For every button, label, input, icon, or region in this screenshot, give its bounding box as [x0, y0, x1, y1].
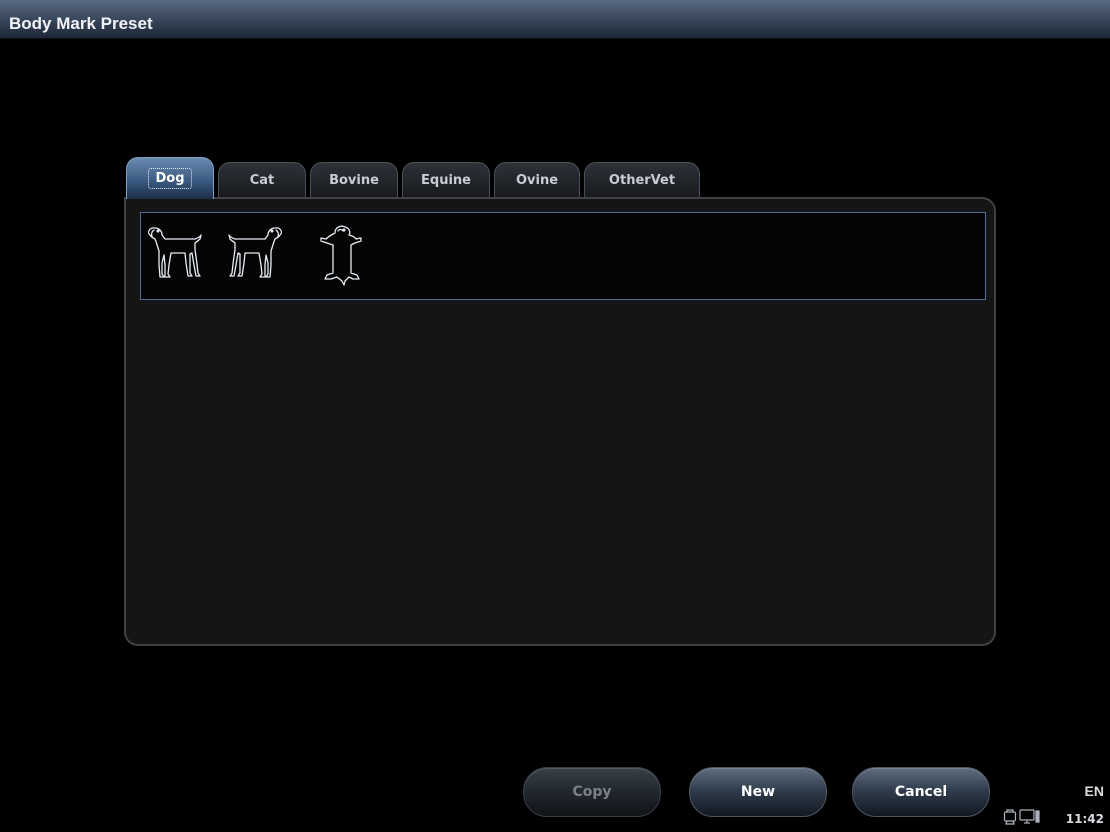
- dog-standing-left-icon[interactable]: [143, 223, 203, 293]
- printer-icon[interactable]: [1003, 809, 1017, 830]
- dog-standing-right-icon[interactable]: [227, 223, 287, 293]
- tab-othervet[interactable]: OtherVet: [584, 162, 700, 197]
- new-button[interactable]: New: [689, 767, 827, 817]
- tab-bovine[interactable]: Bovine: [310, 162, 398, 197]
- dog-supine-icon[interactable]: [311, 223, 371, 293]
- tab-dog[interactable]: Dog: [126, 157, 214, 199]
- tab-ovine[interactable]: Ovine: [494, 162, 580, 197]
- monitor-icon[interactable]: [1019, 809, 1041, 830]
- language-indicator[interactable]: EN: [1085, 783, 1104, 799]
- window-title: Body Mark Preset: [9, 14, 153, 33]
- body-mark-list: [140, 212, 986, 300]
- body-mark-panel: [124, 197, 996, 646]
- tab-equine[interactable]: Equine: [402, 162, 490, 197]
- tab-cat[interactable]: Cat: [218, 162, 306, 197]
- body-mark-preset-screen: Body Mark Preset Dog Cat Bovine Equine O…: [0, 0, 1110, 832]
- cancel-button[interactable]: Cancel: [852, 767, 990, 817]
- clock: 11:42: [1065, 812, 1104, 826]
- title-bar: Body Mark Preset: [0, 0, 1110, 39]
- copy-button[interactable]: Copy: [523, 767, 661, 817]
